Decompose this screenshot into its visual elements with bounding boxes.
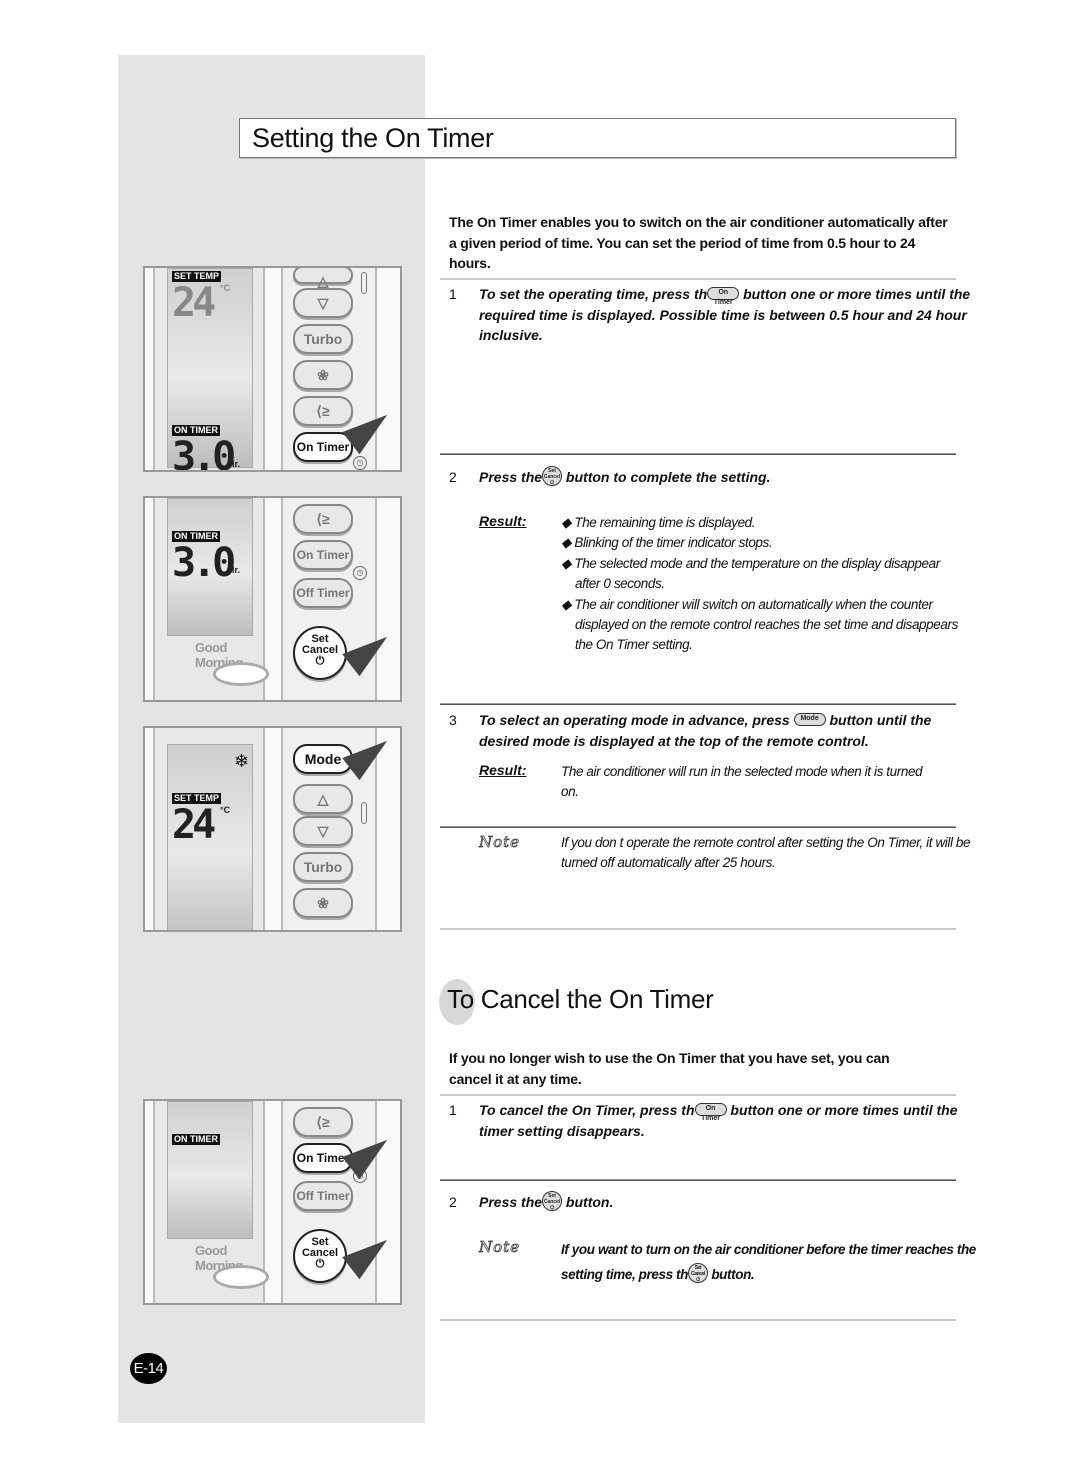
note-label: Note [479, 1238, 521, 1257]
result-text: The air conditioner will run in the sele… [561, 764, 923, 800]
remote-illustration-cancel: ON TIMER Good Morning ⟨≥ On Timer ◷ Off … [143, 1099, 402, 1305]
divider [440, 703, 956, 705]
note-label: Note [479, 833, 521, 852]
page-number-badge: E-14 [130, 1353, 167, 1384]
set-cancel-button: Set Cancel ⏻ [293, 626, 347, 680]
on-timer-button: On Timer [293, 432, 353, 462]
temp-up-button: △ [293, 784, 353, 814]
divider [440, 278, 956, 280]
temp-down-button: ▽ [293, 816, 353, 846]
result-item: ◆ Blinking of the timer indicator stops. [561, 535, 773, 551]
turbo-button: Turbo [293, 852, 353, 882]
good-morning-button [213, 1265, 269, 1289]
divider [440, 826, 956, 828]
step-text: Press the Set Cancel ⏻ button to complete t… [479, 466, 771, 487]
set-cancel-button-icon: Set Cancel ⏻ [687, 1263, 708, 1284]
good-morning-button [213, 662, 269, 686]
divider [440, 453, 956, 455]
set-cancel-button-icon: Set Cancel ⏻ [542, 1191, 563, 1212]
remote-illustration-set-cancel: ON TIMER 3.0 Hr. Good Morning ⟨≥ On Time… [143, 496, 402, 702]
temp-down-button: ▽ [293, 288, 353, 318]
remote-display: ON TIMER 3.0 Hr. [167, 498, 253, 636]
swing-button: ⟨≥ [293, 504, 353, 534]
cool-mode-icon: ❄ [234, 751, 250, 771]
off-timer-button: Off Timer [293, 1181, 353, 1211]
remote-illustration-mode: ❄ SET TEMP 24 °C Mode △ ▽ Turbo ❀ [143, 726, 402, 932]
thermometer-icon [361, 802, 367, 824]
step-text: To set the operating time, press th On Ti… [479, 286, 971, 343]
on-timer-button-icon: On Timer [694, 1103, 727, 1122]
divider [440, 1319, 956, 1321]
result-item: ◆ The air conditioner will switch on aut… [561, 596, 958, 653]
result-label: Result: [479, 762, 527, 778]
step-number: 3 [449, 712, 457, 728]
set-cancel-button: Set Cancel ⏻ [293, 1229, 347, 1283]
intro-paragraph: The On Timer enables you to switch on th… [449, 214, 948, 271]
remote-display: SET TEMP 24 °C ON TIMER 3.0 Hr. [167, 268, 253, 470]
result-list: ◆ The remaining time is displayed. ◆ Bli… [561, 513, 961, 656]
section-heading: To Cancel the On Timer [447, 984, 714, 1014]
step-number: 2 [449, 469, 457, 485]
result-label: Result: [479, 513, 527, 529]
clock-icon: ◷ [353, 456, 367, 470]
mode-button-icon: Mode [793, 713, 826, 727]
clock-icon: ◷ [353, 566, 367, 580]
off-timer-button: Off Timer [293, 578, 353, 608]
note-text: If you don t operate the remote control … [561, 835, 971, 871]
fan-button: ❀ [293, 888, 353, 918]
step-number: 2 [449, 1194, 457, 1210]
on-timer-button-icon: On Timer [707, 287, 740, 306]
result-item: ◆ The selected mode and the temperature … [561, 555, 940, 592]
fan-button: ❀ [293, 360, 353, 390]
set-cancel-button-icon: Set Cancel ⏻ [542, 466, 563, 487]
divider [440, 1094, 956, 1096]
result-item: ◆ The remaining time is displayed. [561, 515, 756, 530]
thermometer-icon [361, 272, 367, 294]
remote-illustration-set-time: SET TEMP 24 °C ON TIMER 3.0 Hr. △ ▽ Turb… [143, 266, 402, 472]
step-number: 1 [449, 286, 457, 302]
step-text: Press the Set Cancel ⏻ button. [479, 1191, 614, 1212]
remote-display: ❄ SET TEMP 24 °C [167, 744, 253, 930]
temp-up-button: △ [293, 268, 353, 289]
step-number: 1 [449, 1102, 457, 1118]
swing-button: ⟨≥ [293, 396, 353, 426]
step-text: To cancel the On Timer, press th On Timer… [479, 1102, 958, 1139]
on-timer-button: On Timer [293, 540, 353, 570]
divider [440, 1179, 956, 1181]
note-text: If you want to turn on the air condition… [561, 1242, 976, 1284]
remote-display: ON TIMER [167, 1101, 253, 1239]
intro-paragraph: If you no longer wish to use the On Time… [449, 1050, 890, 1087]
section-title: Setting the On Timer [252, 123, 494, 153]
step-text: To select an operating mode in advance, … [479, 712, 932, 749]
swing-button: ⟨≥ [293, 1107, 353, 1137]
divider [440, 928, 956, 930]
turbo-button: Turbo [293, 324, 353, 354]
section-title-box: Setting the On Timer [239, 118, 956, 158]
